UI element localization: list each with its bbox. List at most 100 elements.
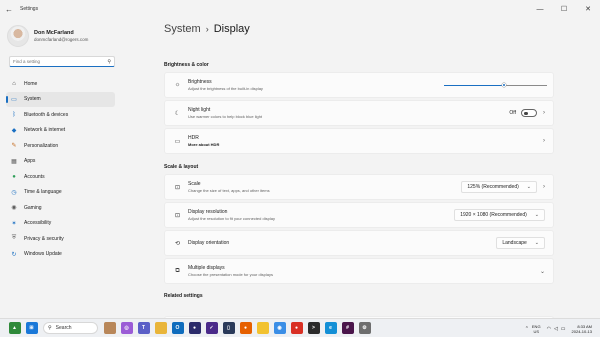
brightness-icon: ☼ [174,82,181,88]
orientation-control: Landscape ⌄ [496,231,545,255]
chevron-up-icon[interactable]: ⌃ [525,326,529,332]
window-controls: — ☐ ✕ [528,0,600,18]
bluetooth-icon: ᛒ [12,111,16,118]
sidebar-item-accounts[interactable]: ● Accounts [6,169,115,185]
home-icon: ⌂ [12,80,16,87]
notes-app-icon[interactable] [256,322,269,334]
settings-gear-icon[interactable]: ⚙ [358,322,371,334]
wifi-icon[interactable]: ◠ [547,326,551,332]
photo-app-icon[interactable] [103,322,116,334]
widgets-icon[interactable]: ▲ [8,322,21,334]
sidebar-item-apps[interactable]: ▦ Apps [6,154,115,170]
profile-name: Don McFarland [34,30,74,36]
back-arrow-icon[interactable]: ← [0,0,18,18]
slider-thumb[interactable] [501,83,506,87]
teams-icon[interactable]: T [137,322,150,334]
display-orientation-card[interactable]: ⟲ Display orientation Landscape ⌄ [164,230,554,256]
sidebar-item-gaming[interactable]: ◉ Gaming [6,200,115,216]
copilot-icon[interactable]: ◎ [120,322,133,334]
multiple-displays-subtitle: Choose the presentation mode for your di… [188,272,273,277]
system-icon: ▭ [11,96,17,103]
terminal-icon[interactable]: > [307,322,320,334]
phone-link-icon[interactable]: ▯ [222,322,235,334]
user-profile[interactable]: Don McFarland donmcfarland@rogers.com [0,18,125,50]
night-light-text: Night light Use warmer colors to help bl… [188,107,262,119]
multiple-displays-card[interactable]: ⧉ Multiple displays Choose the presentat… [164,258,554,284]
sidebar-item-accessibility[interactable]: ✶ Accessibility [6,216,115,232]
outlook-icon[interactable]: O [171,322,184,334]
sidebar-item-network-internet[interactable]: ◆ Network & internet [6,123,115,139]
sidebar-item-bluetooth-devices[interactable]: ᛒ Bluetooth & devices [6,107,115,123]
orientation-dropdown[interactable]: Landscape ⌄ [496,237,545,249]
sidebar-item-label: Bluetooth & devices [24,111,69,118]
taskbar-search-box[interactable]: ⚲ Search [43,322,98,334]
sidebar-item-label: Personalization [24,142,59,149]
hdr-card[interactable]: ▭ HDR More about HDR › [164,128,554,154]
scale-dropdown[interactable]: 125% (Recommended) ⌄ [461,181,537,193]
night-light-toggle[interactable] [521,109,537,117]
browser-app-icon[interactable]: ● [290,322,303,334]
sidebar-item-personalization[interactable]: ✎ Personalization [6,138,115,154]
window-title: Settings [20,6,39,12]
search-icon[interactable]: ⚲ [107,59,111,65]
chrome-icon[interactable]: ◉ [273,322,286,334]
todo-app-icon[interactable]: ✓ [205,322,218,334]
chevron-right-icon[interactable]: › [543,138,545,144]
search-input[interactable] [13,59,108,64]
clock-date: 2024-10-13 [571,328,592,334]
volume-icon[interactable]: ◁ [554,326,558,332]
sidebar-item-home[interactable]: ⌂ Home [6,76,115,92]
chevron-down-icon: ⌄ [526,184,531,190]
chevron-right-icon[interactable]: › [543,184,545,190]
more-about-hdr-link[interactable]: More about HDR [188,142,219,147]
brightness-title: Brightness [188,79,212,85]
sidebar-item-label: Windows Update [24,251,62,258]
language-indicator[interactable]: ENG US [532,324,541,334]
sidebar-item-windows-update[interactable]: ↻ Windows Update [6,247,115,263]
sidebar-item-label: System [24,96,41,103]
sidebar-item-time-language[interactable]: ◷ Time & language [6,185,115,201]
hdr-control: › [537,129,545,153]
minimize-button[interactable]: — [528,0,552,18]
file-explorer-icon[interactable] [154,322,167,334]
avatar [7,25,29,47]
brush-icon: ✎ [11,143,17,150]
sidebar-item-label: Time & language [24,189,62,196]
search-box[interactable]: ⚲ [9,56,115,67]
maximize-button[interactable]: ☐ [552,0,576,18]
chevron-down-icon[interactable]: ⌄ [540,268,545,275]
firefox-icon[interactable]: ● [239,322,252,334]
resolution-control: 1920 × 1080 (Recommended) ⌄ [454,203,545,227]
region-code: US [533,328,539,334]
sidebar-item-system[interactable]: ▭ System [6,91,115,107]
media-app-icon[interactable]: ● [188,322,201,334]
resolution-dropdown[interactable]: 1920 × 1080 (Recommended) ⌄ [454,209,545,221]
sidebar-item-privacy-security[interactable]: ⛨ Privacy & security [6,231,115,247]
accessibility-icon: ✶ [11,220,17,227]
sidebar: Don McFarland donmcfarland@rogers.com ⚲ … [0,18,125,318]
brightness-slider[interactable] [444,80,547,90]
breadcrumb-system[interactable]: System [164,23,201,35]
resolution-icon: ⊡ [174,212,181,219]
night-light-subtitle: Use warmer colors to help block blue lig… [188,114,263,119]
scale-card[interactable]: ⊡ Scale Change the size of text, apps, a… [164,174,554,200]
battery-icon[interactable]: ▭ [561,326,566,332]
network-icon: ◆ [11,127,17,134]
edge-icon[interactable]: e [324,322,337,334]
brightness-card[interactable]: ☼ Brightness Adjust the brightness of th… [164,72,554,98]
hdr-icon: ▭ [174,138,181,145]
resolution-subtitle: Adjust the resolution to fit your connec… [188,216,275,221]
sidebar-item-label: Accounts [24,173,45,180]
display-resolution-card[interactable]: ⊡ Display resolution Adjust the resoluti… [164,202,554,228]
slack-icon[interactable]: # [341,322,354,334]
search-icon: ⚲ [48,325,52,331]
clock[interactable]: 8:33 AM 2024-10-13 [572,324,592,334]
night-light-card[interactable]: ☾ Night light Use warmer colors to help … [164,100,554,126]
windows-start-icon[interactable]: ⊞ [25,322,38,334]
section-heading-scale-layout: Scale & layout [164,164,199,170]
chevron-down-icon: ⌄ [534,240,539,246]
close-button[interactable]: ✕ [576,0,600,18]
chevron-right-icon[interactable]: › [543,110,545,116]
sidebar-nav: ⌂ Home ▭ System ᛒ Bluetooth & devices ◆ Network… [0,76,125,262]
windows-update-icon: ↻ [11,251,17,258]
